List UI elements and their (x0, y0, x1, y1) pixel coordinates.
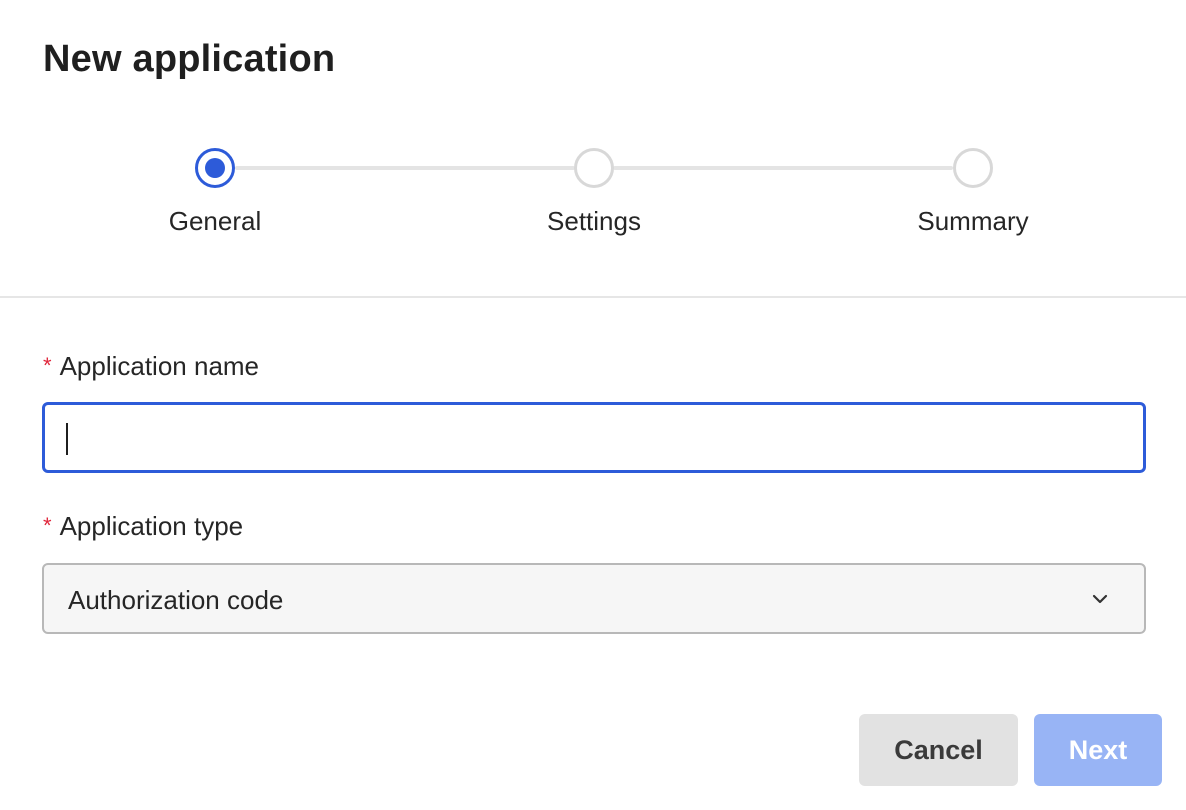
step-indicator-active (195, 148, 235, 188)
application-type-select[interactable]: Authorization code (42, 563, 1146, 634)
application-name-input[interactable] (42, 402, 1146, 473)
dialog-title: New application (43, 38, 336, 80)
text-caret (66, 423, 68, 455)
step-label: Settings (547, 206, 641, 236)
chevron-down-icon (1092, 594, 1108, 604)
application-name-label: * Application name (43, 351, 259, 382)
step-label: General (168, 206, 262, 236)
application-name-label-text: Application name (59, 351, 260, 381)
application-type-selected-value: Authorization code (68, 585, 284, 615)
section-divider (0, 296, 1186, 298)
required-marker: * (43, 513, 52, 538)
new-application-dialog: New application General Settings Summary… (0, 0, 1186, 810)
step-label: Summary (917, 206, 1029, 236)
step-indicator (574, 148, 614, 188)
next-button[interactable]: Next (1034, 714, 1162, 786)
application-type-label-text: Application type (59, 511, 244, 541)
step-indicator (953, 148, 993, 188)
required-marker: * (43, 353, 52, 378)
stepper: General Settings Summary (0, 140, 1186, 260)
step-summary[interactable]: Summary (853, 140, 1093, 237)
step-settings[interactable]: Settings (474, 140, 714, 237)
application-type-label: * Application type (43, 511, 243, 542)
step-dot (205, 158, 225, 178)
step-general[interactable]: General (95, 140, 335, 237)
cancel-button[interactable]: Cancel (859, 714, 1018, 786)
